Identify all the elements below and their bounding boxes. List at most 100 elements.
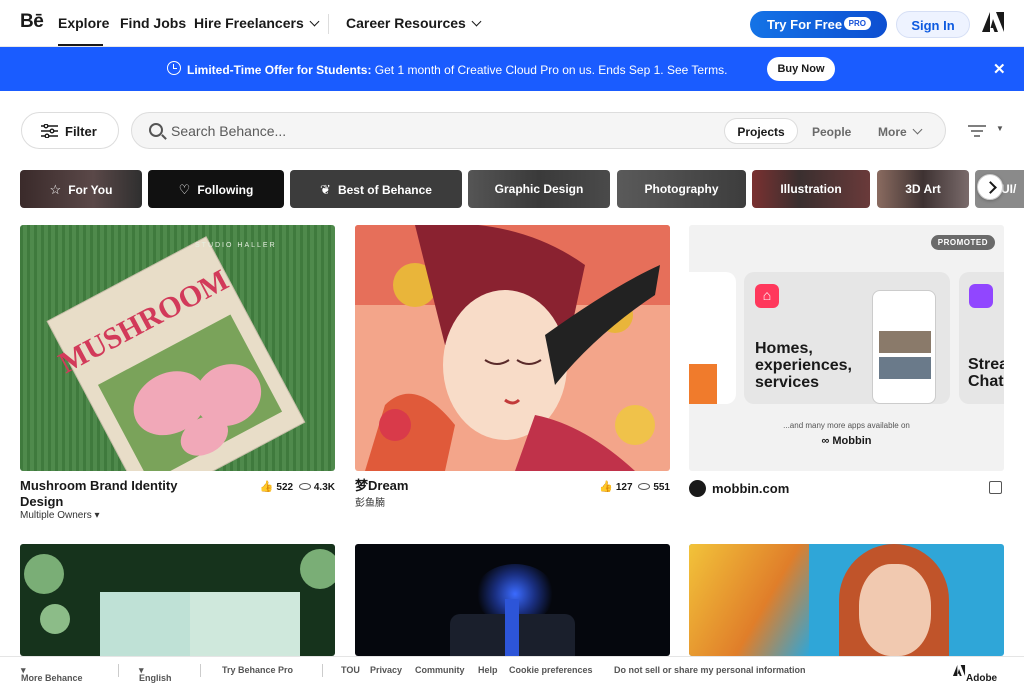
project-title[interactable]: Mushroom Brand Identity Design bbox=[20, 478, 220, 510]
sort-icon[interactable] bbox=[968, 124, 986, 138]
cover-tag: STUDIO HALLER bbox=[195, 242, 277, 249]
sign-in-button[interactable]: Sign In bbox=[896, 11, 970, 38]
chip-photography[interactable]: Photography bbox=[617, 170, 746, 208]
chip-label: Best of Behance bbox=[337, 183, 432, 197]
more-label: More bbox=[878, 125, 907, 139]
footer-link-community[interactable]: Community bbox=[415, 665, 465, 675]
project-thumbnail[interactable] bbox=[689, 544, 1004, 656]
behance-logo[interactable]: Bē bbox=[20, 11, 44, 33]
project-owner[interactable]: 彭鱼腩 bbox=[355, 494, 385, 509]
try-behance-pro-link[interactable]: Try Behance Pro bbox=[222, 665, 293, 675]
project-thumbnail[interactable] bbox=[20, 544, 335, 656]
promoted-card[interactable]: ⌂ Homes, experiences, services Strea Cha… bbox=[689, 225, 1004, 525]
chip-for-you[interactable]: ☆ For You bbox=[20, 170, 142, 208]
nav-divider bbox=[328, 14, 329, 34]
mockup-photo bbox=[879, 331, 931, 353]
promoted-badge: PROMOTED bbox=[930, 235, 995, 250]
chip-graphic-design[interactable]: Graphic Design bbox=[468, 170, 610, 208]
chip-label: Illustration bbox=[780, 182, 842, 196]
try-for-free-button[interactable]: Try For Free PRO bbox=[750, 11, 887, 38]
likes-count: 522 bbox=[276, 482, 294, 493]
thumbs-up-icon: 👍 bbox=[259, 481, 274, 493]
chip-following[interactable]: ♡ Following bbox=[148, 170, 284, 208]
search-icon bbox=[149, 123, 163, 137]
sliders-icon bbox=[41, 124, 58, 138]
art-business-card bbox=[190, 592, 300, 656]
chip-label: Following bbox=[197, 183, 254, 197]
language-select[interactable]: English ▾ bbox=[139, 665, 172, 683]
ad-thumbnail[interactable]: ⌂ Homes, experiences, services Strea Cha… bbox=[689, 225, 1004, 471]
project-thumbnail[interactable]: MUSHROOM STUDIO HALLER bbox=[20, 225, 335, 471]
nav-find-jobs[interactable]: Find Jobs bbox=[120, 15, 186, 31]
project-stats: 👍 522 4.3K bbox=[257, 480, 335, 493]
adobe-logo-icon[interactable] bbox=[982, 12, 1004, 32]
nav-explore[interactable]: Explore bbox=[58, 15, 109, 31]
footer-link-privacy[interactable]: Privacy bbox=[370, 665, 402, 675]
eye-icon bbox=[298, 483, 311, 490]
art-sphere bbox=[24, 554, 64, 594]
views-count: 551 bbox=[653, 482, 670, 493]
art-face bbox=[859, 564, 931, 656]
adobe-footer-logo[interactable]: Adobe bbox=[952, 665, 997, 684]
footer-link-tou[interactable]: TOU bbox=[341, 665, 360, 675]
chip-illustration[interactable]: Illustration bbox=[752, 170, 870, 208]
project-thumbnail[interactable] bbox=[355, 544, 670, 656]
mockup-photo bbox=[879, 357, 931, 379]
footer: More Behance ▾ English ▾ Try Behance Pro… bbox=[0, 656, 1024, 684]
promo-bold: Limited-Time Offer for Students: bbox=[187, 63, 372, 77]
filter-label: Filter bbox=[65, 124, 97, 139]
chevron-down-icon bbox=[471, 16, 482, 27]
ad-site-title[interactable]: mobbin.com bbox=[712, 481, 912, 497]
pro-badge: PRO bbox=[843, 17, 871, 30]
footer-link-help[interactable]: Help bbox=[478, 665, 498, 675]
phone-mockup bbox=[872, 290, 936, 404]
ad-panel-left bbox=[689, 272, 736, 404]
close-icon[interactable]: ✕ bbox=[993, 60, 1006, 78]
thumbs-up-icon: 👍 bbox=[599, 481, 613, 493]
top-navigation: Bē Explore Find Jobs Hire Freelancers Ca… bbox=[0, 0, 1024, 47]
mobbin-avatar[interactable] bbox=[689, 480, 706, 497]
filter-button[interactable]: Filter bbox=[21, 112, 119, 149]
buy-now-button[interactable]: Buy Now bbox=[767, 57, 835, 81]
laurel-icon: ❦ bbox=[320, 182, 331, 197]
views-count: 4.3K bbox=[313, 482, 335, 493]
project-card[interactable]: 梦Dream 彭鱼腩 👍 127 551 bbox=[355, 225, 670, 525]
star-icon: ☆ bbox=[49, 182, 62, 197]
caret-down-icon[interactable]: ▼ bbox=[996, 124, 1004, 133]
project-title[interactable]: 梦Dream bbox=[355, 478, 555, 494]
more-behance-link[interactable]: More Behance ▾ bbox=[21, 665, 83, 683]
clock-icon bbox=[167, 61, 181, 75]
chip-label: UI/ bbox=[1001, 182, 1017, 196]
nav-career-resources[interactable]: Career Resources bbox=[346, 15, 482, 31]
footer-link-cookie-preferences[interactable]: Cookie preferences bbox=[509, 665, 593, 675]
share-icon[interactable] bbox=[989, 481, 1002, 494]
art-fabric bbox=[689, 544, 809, 656]
nav-active-indicator bbox=[58, 44, 103, 46]
more-dropdown[interactable]: More bbox=[878, 118, 923, 144]
carousel-next-button[interactable] bbox=[977, 174, 1003, 200]
nav-career-label: Career Resources bbox=[346, 15, 466, 31]
project-card[interactable]: MUSHROOM STUDIO HALLER Mushroom Brand Id… bbox=[20, 225, 335, 525]
heart-icon: ♡ bbox=[178, 182, 191, 197]
tab-people[interactable]: People bbox=[812, 118, 851, 144]
tab-projects[interactable]: Projects bbox=[724, 118, 798, 144]
search-input[interactable] bbox=[171, 121, 471, 141]
more-behance-label: More Behance bbox=[21, 673, 83, 683]
footer-divider bbox=[118, 664, 119, 677]
project-owner[interactable]: Multiple Owners ▾ bbox=[20, 510, 100, 521]
ad-twitch-panel: Strea Chat bbox=[959, 272, 1004, 404]
mushroom-artwork: MUSHROOM STUDIO HALLER bbox=[20, 225, 335, 471]
footer-divider bbox=[322, 664, 323, 677]
chip-best-of-behance[interactable]: ❦ Best of Behance bbox=[290, 170, 462, 208]
adobe-footer-label: Adobe bbox=[966, 673, 998, 684]
chip-label: Graphic Design bbox=[494, 182, 584, 196]
promo-text: Limited-Time Offer for Students: Get 1 m… bbox=[187, 63, 727, 77]
ad-caption: ...and many more apps available on bbox=[783, 421, 910, 430]
nav-hire-freelancers[interactable]: Hire Freelancers bbox=[194, 15, 320, 31]
footer-link-do-not-sell[interactable]: Do not sell or share my personal informa… bbox=[614, 665, 806, 675]
chip-label: Photography bbox=[644, 182, 719, 196]
ad-orange-shape bbox=[689, 364, 717, 404]
chevron-down-icon bbox=[309, 16, 320, 27]
chip-3d-art[interactable]: 3D Art bbox=[877, 170, 969, 208]
project-thumbnail[interactable] bbox=[355, 225, 670, 471]
